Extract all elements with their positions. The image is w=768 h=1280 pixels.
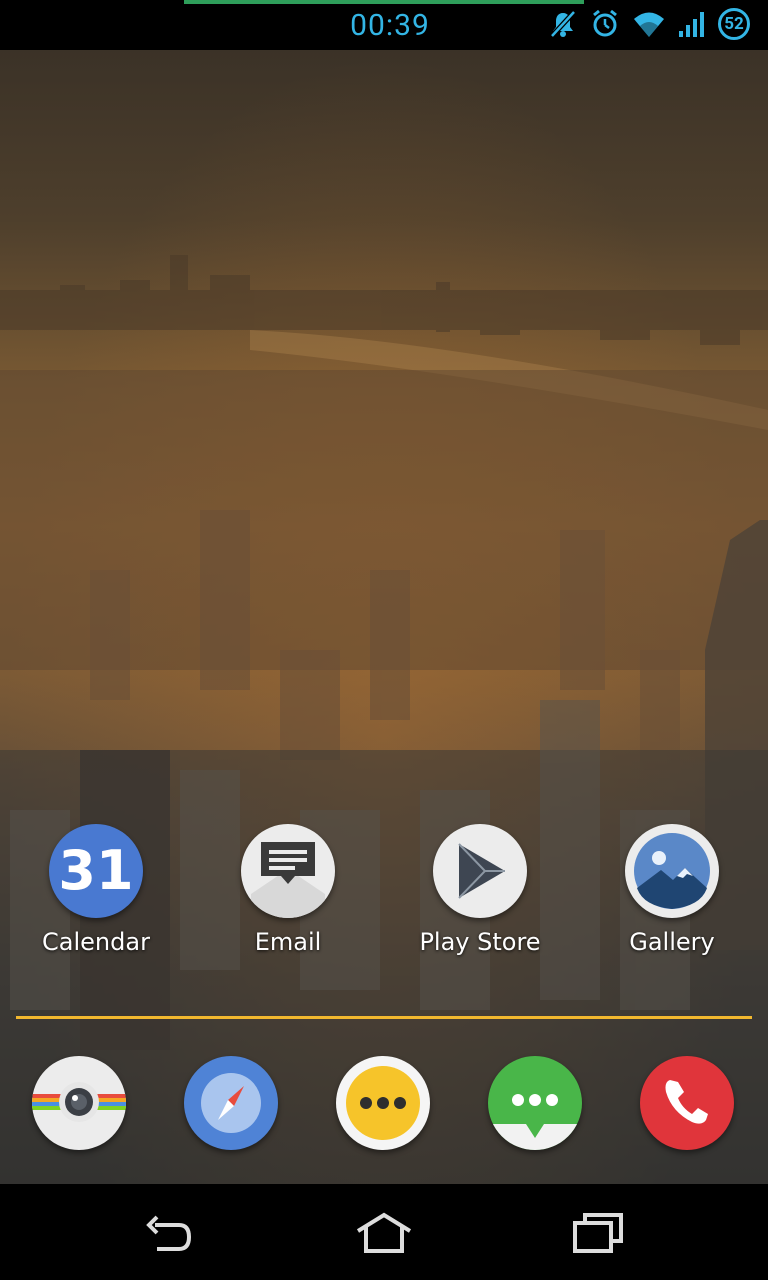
messaging-icon[interactable]: [488, 1056, 582, 1150]
alarm-icon: [590, 9, 620, 39]
download-progress-bar: [184, 0, 584, 4]
app-label: Gallery: [629, 928, 715, 956]
app-drawer-icon[interactable]: [336, 1056, 430, 1150]
back-icon: [146, 1215, 192, 1251]
camera-icon[interactable]: [32, 1056, 126, 1150]
app-play-store[interactable]: Play Store: [400, 824, 560, 956]
home-icon: [356, 1212, 412, 1253]
wallpaper: [0, 50, 768, 1184]
recents-icon: [573, 1213, 623, 1253]
home-button[interactable]: [344, 1208, 424, 1258]
play-store-icon: [433, 824, 527, 918]
dock-divider: [16, 1016, 752, 1019]
calendar-icon: 31: [49, 824, 143, 918]
app-email[interactable]: Email: [208, 824, 368, 956]
app-gallery[interactable]: Gallery: [592, 824, 752, 956]
navigation-bar: [0, 1184, 768, 1280]
status-bar: 00:39 52: [0, 0, 768, 50]
app-label: Play Store: [419, 928, 541, 956]
browser-compass-icon[interactable]: [184, 1056, 278, 1150]
app-calendar[interactable]: 31 Calendar: [16, 824, 176, 956]
back-button[interactable]: [130, 1208, 210, 1258]
calendar-date: 31: [58, 839, 134, 902]
app-label: Email: [254, 928, 322, 956]
app-label: Calendar: [42, 928, 150, 956]
email-icon: [241, 824, 335, 918]
battery-icon: 52: [718, 8, 750, 40]
recents-button[interactable]: [558, 1208, 638, 1258]
wifi-icon: [632, 9, 666, 39]
signal-icon: [678, 9, 706, 39]
gallery-icon: [625, 824, 719, 918]
phone-icon[interactable]: [640, 1056, 734, 1150]
notifications-muted-icon: [548, 9, 578, 39]
